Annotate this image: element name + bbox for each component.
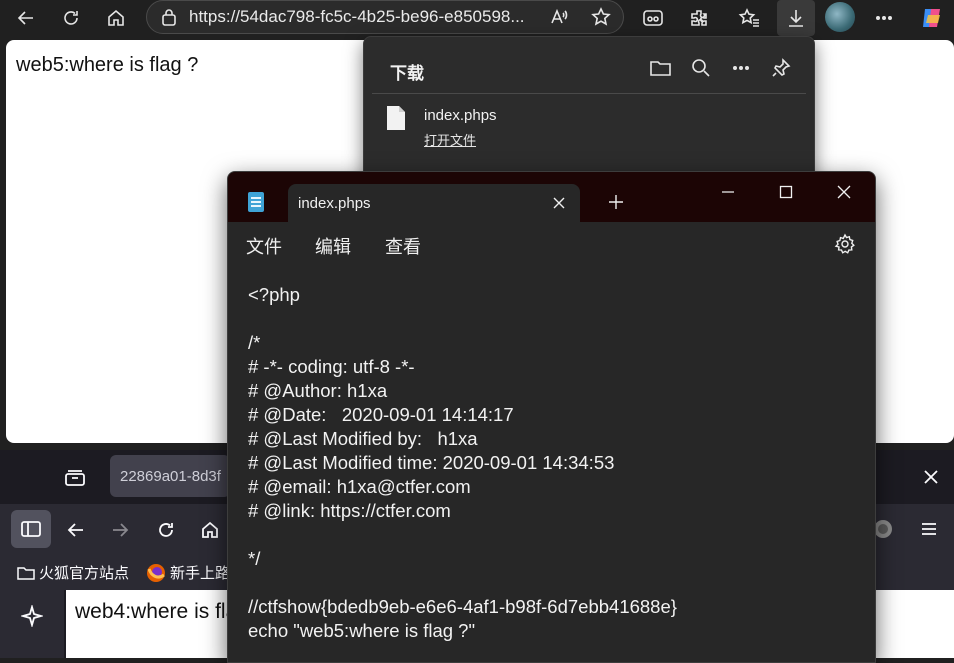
maximize-icon[interactable]: [766, 178, 806, 206]
code-line: //ctfshow{bdedb9eb-e6e6-4af1-b98f-6d7ebb…: [248, 596, 677, 617]
code-line: # @email: h1xa@ctfer.com: [248, 476, 471, 497]
menu-file[interactable]: 文件: [246, 233, 282, 259]
downloads-title: 下载: [390, 64, 424, 83]
firefox-tab[interactable]: 22869a01-8d3f: [110, 455, 230, 497]
bookmark-label: 火狐官方站点: [39, 565, 130, 582]
home-icon[interactable]: [100, 2, 132, 34]
firefox-back-icon[interactable]: [64, 518, 88, 542]
bookmark-label: 新手上路: [170, 565, 231, 582]
firefox-home-icon[interactable]: [198, 518, 222, 542]
notepad-tab[interactable]: index.phps: [288, 184, 580, 222]
address-bar[interactable]: https://54dac798-fc5c-4b25-be96-e850598.…: [146, 0, 624, 34]
code-line: echo "web5:where is flag ?": [248, 620, 476, 641]
code-line: # @link: https://ctfer.com: [248, 500, 451, 521]
menu-edit[interactable]: 编辑: [315, 233, 351, 259]
code-line: # -*- coding: utf-8 -*-: [248, 356, 415, 377]
notepad-text-area[interactable]: <?php /* # -*- coding: utf-8 -*- # @Auth…: [228, 264, 875, 662]
firefox-forward-icon[interactable]: [108, 518, 132, 542]
notepad-window: index.phps 文件 编辑 查看 <?php /* # -*- codin…: [227, 171, 876, 663]
firefox-close-icon[interactable]: [920, 466, 942, 488]
code-line: /*: [248, 332, 261, 353]
code-line: # @Last Modified time: 2020-09-01 14:34:…: [248, 452, 615, 473]
open-folder-icon[interactable]: [648, 55, 674, 81]
code-line: <?php: [248, 284, 300, 305]
download-file-name[interactable]: index.phps: [424, 107, 497, 124]
extensions-icon[interactable]: [683, 2, 715, 34]
favorite-star-icon[interactable]: [585, 1, 617, 33]
ai-sparkle-icon[interactable]: [20, 604, 44, 628]
open-file-link[interactable]: 打开文件: [424, 130, 476, 149]
firefox-menu-icon[interactable]: [918, 518, 940, 540]
code-line: # @Date: 2020-09-01 14:14:17: [248, 404, 514, 425]
notepad-menubar: 文件 编辑 查看: [228, 222, 875, 264]
notepad-titlebar: index.phps: [228, 172, 875, 222]
edge-page-text: web5:where is flag ?: [16, 54, 199, 76]
more-options-icon[interactable]: [728, 55, 754, 81]
firefox-logo-icon: [147, 563, 165, 582]
notepad-tab-title: index.phps: [298, 195, 371, 212]
folder-icon: [17, 566, 35, 580]
close-tab-icon[interactable]: [550, 194, 568, 212]
sidebar-toggle-icon[interactable]: [11, 510, 51, 548]
code-line: */: [248, 548, 261, 569]
refresh-icon[interactable]: [55, 2, 87, 34]
downloads-icon[interactable]: [777, 0, 815, 36]
read-aloud-icon[interactable]: [543, 1, 575, 33]
code-line: # @Author: h1xa: [248, 380, 388, 401]
search-icon[interactable]: [688, 55, 714, 81]
code-line: # @Last Modified by: h1xa: [248, 428, 478, 449]
firefox-reload-icon[interactable]: [154, 518, 178, 542]
firefox-sidebar: [0, 590, 64, 658]
close-window-icon[interactable]: [824, 178, 864, 206]
back-icon[interactable]: [10, 2, 42, 34]
immersive-reader-icon[interactable]: [637, 2, 669, 34]
file-icon: [387, 106, 405, 130]
lock-icon[interactable]: [153, 1, 185, 33]
bookmark-item[interactable]: 火狐官方站点: [17, 562, 129, 583]
downloads-panel: 下载 index.phps 打开文件: [363, 36, 815, 188]
more-icon[interactable]: [868, 2, 900, 34]
pin-icon[interactable]: [768, 55, 794, 81]
bookmark-item[interactable]: 新手上路: [146, 562, 230, 583]
new-tab-icon[interactable]: [606, 192, 626, 212]
favorites-icon[interactable]: [733, 2, 765, 34]
settings-gear-icon[interactable]: [834, 233, 856, 255]
profile-avatar[interactable]: [825, 2, 855, 32]
minimize-icon[interactable]: [708, 178, 748, 206]
copilot-icon[interactable]: [916, 2, 948, 34]
address-text: https://54dac798-fc5c-4b25-be96-e850598.…: [189, 7, 525, 26]
divider: [372, 93, 806, 94]
notepad-app-icon: [248, 192, 264, 212]
edge-toolbar: https://54dac798-fc5c-4b25-be96-e850598.…: [0, 0, 954, 40]
firefox-tab-title: 22869a01-8d3f: [120, 468, 221, 485]
menu-view[interactable]: 查看: [385, 233, 421, 259]
firefox-view-icon[interactable]: [62, 467, 88, 489]
